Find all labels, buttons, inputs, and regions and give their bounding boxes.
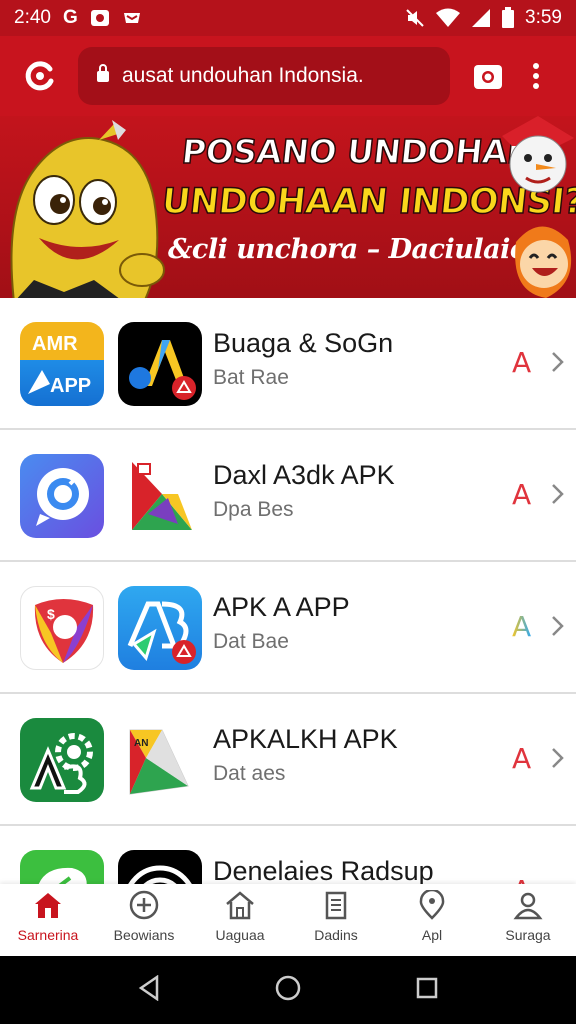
app-title: Buaga & SoGn <box>213 328 394 358</box>
chevron-right-icon[interactable] <box>550 482 566 511</box>
system-navigation-bar <box>0 956 576 1024</box>
home-icon <box>32 890 64 923</box>
gear-app-icon <box>20 718 104 802</box>
screen: 2:40 G 3:59 ausat undouhan Indonsia. POS… <box>0 0 576 1024</box>
nav-label: Sarnerina <box>17 927 79 943</box>
lock-icon <box>96 63 110 89</box>
banner-tagline: &cli unchora – Daciulaiona <box>168 234 564 265</box>
nav-item-profile[interactable]: Suraga <box>480 884 576 956</box>
ab-app-icon <box>118 586 202 670</box>
list-item[interactable]: $ APK A APP Dat Bae A <box>0 562 576 694</box>
mascot-illustration <box>0 120 184 298</box>
promo-banner[interactable]: POSANO UNDOHAN UNDOHAAN INDONSI? &cli un… <box>0 116 576 298</box>
app-list: AMR APP Buaga & SoGn Bat Rae A Daxl A3dk… <box>0 298 576 884</box>
app-title: Denelaies Radsup <box>213 856 434 884</box>
green-app-icon <box>20 850 104 884</box>
list-item[interactable]: AMR APP Buaga & SoGn Bat Rae A <box>0 298 576 430</box>
triangle-app-icon <box>118 454 202 538</box>
mail-icon <box>122 10 142 26</box>
list-item[interactable]: AN APKALKH APK Dat aes A <box>0 694 576 826</box>
plus-circle-icon <box>128 890 160 923</box>
nav-label: Apl <box>421 927 443 943</box>
folded-paper-app-icon: AN <box>118 718 202 802</box>
shield-app-icon: $ <box>20 586 104 670</box>
nav-label: Dadins <box>314 927 358 943</box>
icon-badge-subtext: APP <box>50 375 91 397</box>
more-icon[interactable] <box>512 52 560 100</box>
amr-app-icon: AMR APP <box>20 322 104 406</box>
a-logo-app-icon <box>118 322 202 406</box>
status-bar: 2:40 G 3:59 <box>0 0 576 36</box>
rings-app-icon <box>118 850 202 884</box>
nav-item-home[interactable]: Sarnerina <box>0 884 96 956</box>
smiley-character <box>506 212 576 298</box>
app-subtitle: Bat Rae <box>213 366 289 389</box>
list-item[interactable]: Denelaies Radsup A <box>0 826 576 884</box>
nav-label: Suraga <box>505 927 551 943</box>
chat-app-icon <box>20 454 104 538</box>
list-item[interactable]: Daxl A3dk APK Dpa Bes A <box>0 430 576 562</box>
app-badge: A <box>512 742 532 775</box>
recents-icon[interactable] <box>415 976 439 1005</box>
nav-label: Uaguaa <box>215 927 265 943</box>
app-title: APKALKH APK <box>213 724 398 754</box>
snowman-character <box>498 116 576 201</box>
battery-icon <box>501 7 515 29</box>
photo-icon <box>90 9 110 27</box>
home-button-icon[interactable] <box>275 975 301 1006</box>
nav-label: Beowians <box>113 927 175 943</box>
back-icon[interactable] <box>137 974 161 1006</box>
nav-item-location[interactable]: Apl <box>384 884 480 956</box>
profile-icon <box>512 890 544 923</box>
app-badge: A <box>512 610 532 643</box>
svg-text:AN: AN <box>134 738 148 749</box>
house-outline-icon <box>224 890 256 923</box>
app-subtitle: Dat Bae <box>213 630 289 653</box>
app-title: APK A APP <box>213 592 350 622</box>
bottom-navigation: Sarnerina Beowians Uaguaa Dadins Apl Sur… <box>0 884 576 956</box>
app-badge: A <box>512 874 531 884</box>
app-subtitle: Dat aes <box>213 762 286 785</box>
mute-icon <box>405 8 425 28</box>
banner-headline: POSANO UNDOHAN <box>179 131 537 172</box>
chevron-right-icon[interactable] <box>550 350 566 379</box>
carrier-glyph: G <box>62 7 78 28</box>
document-icon <box>320 890 352 923</box>
signal-icon <box>471 8 491 28</box>
nav-item-downloads[interactable]: Dadins <box>288 884 384 956</box>
status-time-left: 2:40 <box>14 7 51 28</box>
logo-icon[interactable] <box>16 52 64 100</box>
nav-item-apps[interactable]: Uaguaa <box>192 884 288 956</box>
svg-text:$: $ <box>47 606 55 622</box>
nav-item-browse[interactable]: Beowians <box>96 884 192 956</box>
location-icon <box>416 888 448 923</box>
camera-icon[interactable] <box>464 52 512 100</box>
url-text: ausat undouhan Indonsia. <box>122 64 364 87</box>
status-time-right: 3:59 <box>525 7 562 28</box>
address-bar[interactable]: ausat undouhan Indonsia. <box>78 47 450 105</box>
app-title: Daxl A3dk APK <box>213 460 395 490</box>
browser-toolbar: ausat undouhan Indonsia. <box>0 36 576 116</box>
chevron-right-icon[interactable] <box>550 746 566 775</box>
app-badge: A <box>512 478 532 511</box>
chevron-right-icon[interactable] <box>550 614 566 643</box>
app-subtitle: Dpa Bes <box>213 498 294 521</box>
icon-badge-text: AMR <box>32 333 78 355</box>
app-badge: A <box>512 346 532 379</box>
wifi-icon <box>435 8 461 28</box>
